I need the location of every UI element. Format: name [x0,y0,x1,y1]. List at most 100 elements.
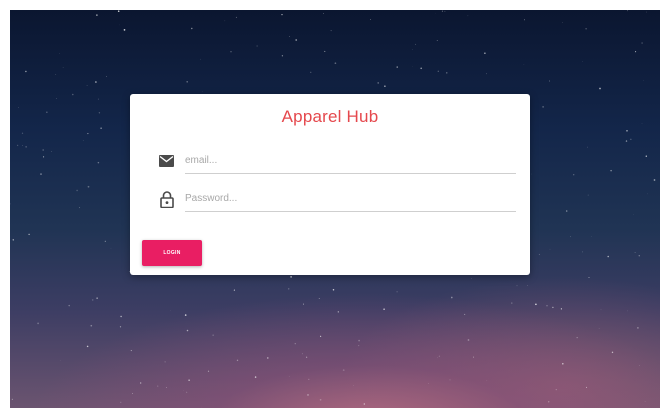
star-dot [531,173,532,175]
login-button[interactable]: LOGIN [142,240,202,266]
star-dot [555,389,557,391]
star-dot [415,43,417,45]
star-dot [123,29,126,31]
lock-icon [158,191,176,209]
star-dot [446,72,448,74]
star-dot [377,82,379,84]
star-dot [76,189,78,192]
star-dot [334,62,337,65]
star-dot [607,255,609,258]
star-dot [320,335,322,337]
star-dot [438,355,440,357]
star-dot [547,401,550,403]
star-dot [441,10,443,12]
star-dot [549,80,551,82]
star-dot [235,16,237,18]
star-dot [523,19,526,21]
star-dot [281,55,284,57]
star-dot [653,179,656,181]
star-dot [538,253,540,256]
star-dot [110,247,112,249]
star-dot [68,304,70,307]
star-dot [626,129,628,132]
star-dot [552,306,554,309]
star-dot [79,207,81,209]
star-dot [444,10,446,12]
star-dot [542,106,544,108]
app-title: Apparel Hub [281,107,379,126]
star-dot [40,173,42,175]
star-dot [324,50,326,52]
star-dot [86,85,88,87]
star-dot [186,329,189,332]
star-dot [164,361,166,363]
star-dot [576,337,578,339]
star-dot [90,324,93,327]
star-dot [467,15,469,17]
star-dot [104,240,106,242]
star-dot [287,288,290,290]
star-dot [267,357,269,359]
star-dot [170,310,171,311]
star-dot [140,382,142,384]
star-dot [412,49,413,50]
star-dot [627,310,628,312]
email-input[interactable] [185,150,516,174]
star-dot [294,343,296,345]
star-dot [353,385,354,386]
star-dot [22,145,23,146]
star-dot [560,308,563,310]
star-dot [43,156,45,158]
star-dot [55,74,57,75]
star-dot [437,70,439,72]
password-field-group [158,188,516,212]
star-dot [644,401,646,402]
star-dot [523,64,525,65]
star-dot [337,311,339,313]
star-dot [332,288,335,291]
star-dot [289,36,290,37]
star-dot [87,133,89,135]
star-dot [587,146,588,148]
star-dot [230,51,232,53]
star-dot [436,39,438,42]
star-dot [55,97,57,99]
star-dot [37,322,39,325]
star-dot [186,391,188,393]
star-dot [165,387,167,388]
star-dot [59,53,60,54]
star-dot [132,393,133,394]
star-dot [643,80,644,81]
star-dot [319,398,322,401]
star-dot [511,302,513,304]
star-dot [233,289,235,291]
star-dot [212,334,214,336]
star-dot [634,252,636,253]
star-dot [358,339,360,342]
star-dot [11,398,14,401]
star-dot [635,51,637,53]
password-input[interactable] [185,188,516,212]
star-dot [120,315,122,318]
star-dot [72,93,74,96]
star-dot [130,350,132,352]
star-dot [120,401,122,403]
star-dot [599,87,601,90]
star-dot [200,58,201,60]
star-dot [370,19,371,21]
star-dot [254,376,257,378]
star-dot [310,71,312,73]
star-dot [100,127,102,129]
star-dot [627,10,628,12]
star-dot [18,107,19,108]
star-dot [119,24,120,26]
star-dot [484,52,486,54]
star-dot [106,76,107,77]
star-dot [91,299,94,301]
star-dot [119,326,122,328]
star-dot [117,10,120,12]
star-dot [450,296,453,299]
star-dot [590,235,592,237]
star-dot [638,255,640,257]
star-dot [256,45,258,47]
